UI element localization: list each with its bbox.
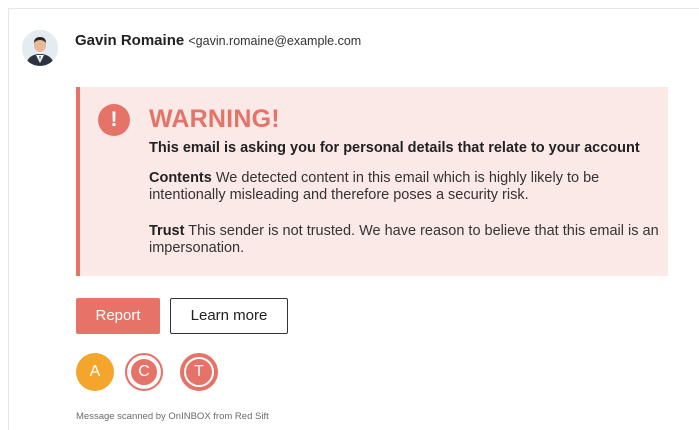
learn-more-button[interactable]: Learn more [170, 298, 288, 334]
exclamation-icon: ! [98, 104, 130, 136]
warning-banner: ! WARNING! This email is asking you for … [76, 87, 668, 276]
person-icon [22, 30, 58, 66]
report-button[interactable]: Report [76, 298, 160, 334]
contents-label: Contents [149, 170, 212, 186]
contents-text: We detected content in this email which … [149, 170, 600, 203]
trust-text: This sender is not trusted. We have reas… [149, 223, 659, 256]
warning-subtitle: This email is asking you for personal de… [149, 140, 640, 156]
sender-avatar [22, 30, 58, 66]
indicator-c-badge[interactable]: C [125, 353, 163, 391]
sender-line: Gavin Romaine <gavin.romaine@example.com [75, 32, 361, 49]
sender-email: <gavin.romaine@example.com [188, 34, 362, 48]
indicator-a-badge[interactable]: A [76, 353, 114, 391]
trust-label: Trust [149, 223, 185, 239]
warning-title: WARNING! [149, 105, 280, 133]
contents-paragraph: Contents We detected content in this ema… [149, 170, 669, 204]
indicator-t-badge[interactable]: T [180, 353, 218, 391]
sender-name: Gavin Romaine [75, 32, 185, 49]
trust-paragraph: Trust This sender is not trusted. We hav… [149, 223, 669, 257]
scan-footer: Message scanned by OnINBOX from Red Sift [76, 411, 269, 422]
